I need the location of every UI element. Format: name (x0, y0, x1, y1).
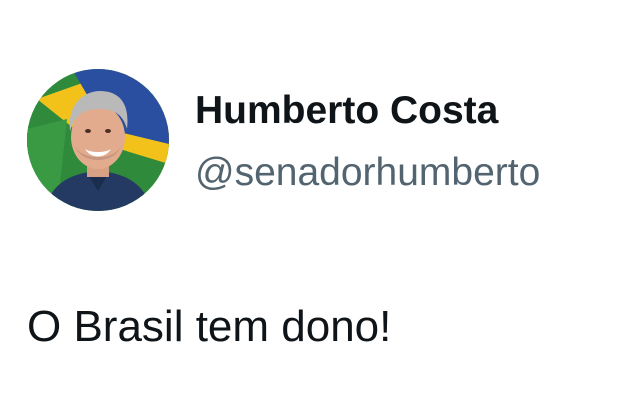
author-avatar[interactable] (27, 69, 169, 211)
tweet-card: Humberto Costa @senadorhumberto O Brasil… (0, 0, 643, 408)
author-display-name[interactable]: Humberto Costa (195, 88, 540, 134)
author-names: Humberto Costa @senadorhumberto (195, 88, 540, 196)
tweet-text: O Brasil tem dono! (27, 302, 392, 351)
profile-photo-avatar-icon (27, 69, 169, 211)
author-handle[interactable]: @senadorhumberto (195, 150, 540, 196)
